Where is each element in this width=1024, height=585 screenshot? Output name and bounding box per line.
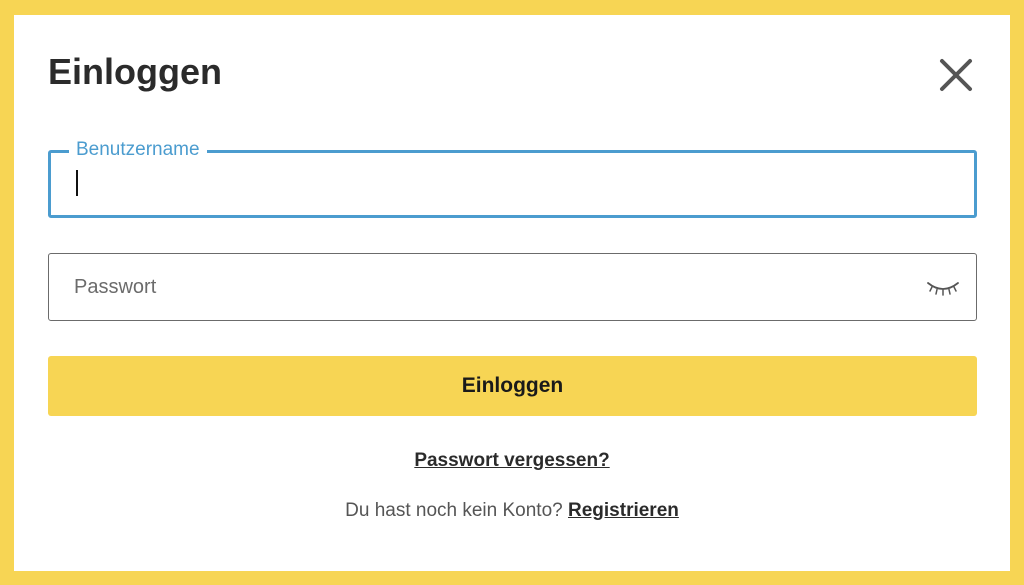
password-visibility-toggle[interactable] [925,276,961,300]
register-prompt: Du hast noch kein Konto? [345,500,563,521]
login-modal: Einloggen Benutzername Einloggen Passwor… [14,15,1010,571]
register-row: Du hast noch kein Konto? Registrieren [14,499,1010,523]
forgot-password-link[interactable]: Passwort vergessen? [14,449,1010,473]
password-field[interactable] [48,253,977,321]
text-cursor [76,170,78,196]
password-input[interactable] [74,254,904,320]
username-field[interactable]: Benutzername [48,139,977,218]
login-button[interactable]: Einloggen [48,356,977,416]
eye-closed-icon [927,282,959,296]
modal-title: Einloggen [48,51,222,92]
close-button[interactable] [936,55,976,95]
register-link[interactable]: Registrieren [568,500,679,521]
username-input[interactable] [76,153,906,215]
close-icon [940,59,972,91]
